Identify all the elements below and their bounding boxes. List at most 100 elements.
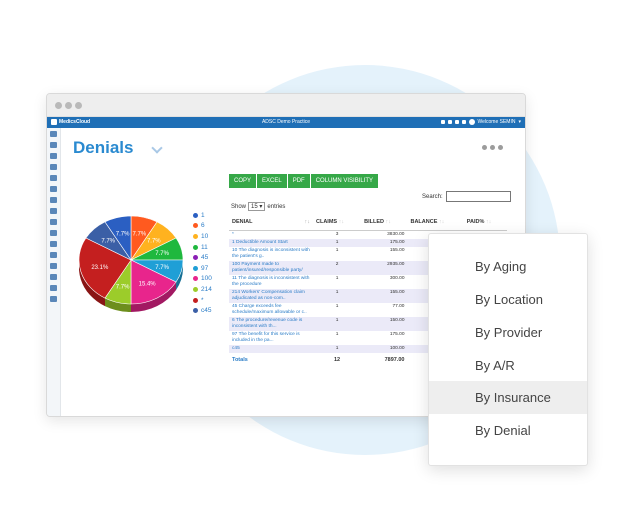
legend-item[interactable]: c45 — [193, 305, 212, 316]
copy-button[interactable]: COPY — [229, 174, 257, 188]
claims-cell: 2 — [313, 260, 362, 275]
column-visibility-button[interactable]: COLUMN VISIBILITY — [310, 174, 379, 188]
user-label[interactable]: Welcome SEMIN — [478, 119, 516, 125]
billed-cell: 100.00 — [361, 344, 408, 353]
claims-cell: 1 — [335, 303, 339, 309]
menu-item-by-denial[interactable]: By Denial — [429, 414, 587, 447]
claims-cell: 1 — [313, 344, 362, 353]
chevron-down-icon[interactable]: ▾ — [518, 119, 521, 125]
claims-cell: 1 — [313, 288, 362, 303]
building-icon[interactable] — [50, 186, 57, 192]
mail-icon[interactable] — [440, 120, 445, 124]
legend-item[interactable]: 45 — [193, 252, 212, 263]
hospital-icon[interactable] — [50, 197, 57, 203]
table-search: Search: — [422, 191, 511, 202]
excel-button[interactable]: EXCEL — [257, 174, 287, 188]
legend-item[interactable]: * — [193, 295, 212, 306]
billed-cell: 2935.00 — [361, 260, 408, 275]
lab-icon[interactable] — [50, 208, 57, 214]
syringe-icon[interactable] — [50, 219, 57, 225]
legend-item[interactable]: 1 — [193, 210, 212, 221]
pie-svg: 7.7%7.7%7.7%7.7%15.4%7.7%23.1%7.7%7.7% — [78, 215, 184, 312]
sort-icon: ↑↓ — [338, 219, 345, 225]
legend-item[interactable]: 10 — [193, 231, 212, 242]
more-options-icon[interactable] — [482, 145, 503, 150]
bell-icon[interactable] — [454, 120, 459, 124]
legend-dot-icon — [193, 265, 198, 271]
totals-billed: 7897.00 — [384, 356, 405, 363]
menu-item-by-provider[interactable]: By Provider — [429, 316, 587, 349]
home-icon[interactable] — [50, 131, 57, 137]
billed-cell: 175.00 — [361, 238, 408, 247]
billed-cell: 150.00 — [361, 316, 408, 331]
sort-icon: ↑↓ — [485, 219, 492, 225]
legend-label: * — [201, 296, 204, 304]
report-type-menu: By Aging By Location By Provider By A/R … — [428, 233, 588, 466]
legend-dot-icon — [193, 212, 198, 218]
flask-icon[interactable] — [50, 252, 57, 258]
column-header-claims[interactable]: CLAIMS ↑↓ — [313, 214, 362, 231]
legend-label: 97 — [201, 264, 209, 272]
pie-data-label: 7.7% — [116, 232, 130, 238]
search-label: Search: — [422, 193, 443, 200]
chevron-down-icon[interactable] — [151, 142, 163, 154]
accessibility-icon[interactable] — [50, 142, 57, 148]
legend-dot-icon — [193, 244, 198, 250]
cloud-icon[interactable] — [447, 120, 452, 124]
menu-item-by-ar[interactable]: By A/R — [429, 349, 587, 382]
claims-cell: 1 — [313, 316, 362, 331]
legend-item[interactable]: 100 — [193, 274, 212, 285]
window-dot-icon — [55, 102, 62, 109]
window-titlebar — [47, 94, 525, 117]
menu-item-by-insurance[interactable]: By Insurance — [429, 381, 587, 414]
chart-legend: 1 6 10 11 45 97 100 214 * c45 — [193, 210, 212, 316]
clipboard-icon[interactable] — [50, 274, 57, 280]
menu-item-by-aging[interactable]: By Aging — [429, 250, 587, 283]
column-header-balance[interactable]: BALANCE ↑↓ — [407, 214, 464, 231]
legend-dot-icon — [193, 223, 198, 229]
legend-item[interactable]: 97 — [193, 263, 212, 274]
pie-data-label: 7.7% — [155, 251, 169, 257]
settings-icon[interactable] — [461, 120, 466, 124]
pills-icon[interactable] — [50, 230, 57, 236]
list-icon[interactable] — [50, 153, 57, 159]
column-header-paid[interactable]: PAID% ↑↓ — [463, 214, 507, 231]
billed-cell: 175.00 — [389, 331, 405, 337]
denial-cell: 10 The diagnosis is inconsistent with th… — [232, 247, 310, 259]
legend-item[interactable]: 6 — [193, 221, 212, 232]
claims-cell: 1 — [335, 331, 339, 337]
legend-dot-icon — [193, 276, 198, 282]
denial-cell: 6 The procedure/revenue code is inconsis… — [229, 316, 313, 331]
legend-label: 11 — [201, 243, 208, 251]
pie-data-label: 15.4% — [139, 282, 157, 288]
column-header-billed[interactable]: BILLED ↑↓ — [361, 214, 408, 231]
legend-item[interactable]: 214 — [193, 284, 212, 295]
legend-item[interactable]: 11 — [193, 242, 212, 253]
user-icon[interactable] — [50, 285, 57, 291]
billed-cell: 155.00 — [361, 288, 408, 303]
legend-dot-icon — [193, 233, 198, 239]
column-header-denial[interactable]: DENIAL ↑↓ — [229, 214, 313, 231]
sort-icon: ↑↓ — [304, 219, 311, 225]
document-icon[interactable] — [50, 296, 57, 302]
pie-data-label: 23.1% — [91, 265, 109, 271]
menu-item-by-location[interactable]: By Location — [429, 283, 587, 316]
denial-cell: 97 The benefit for this service is inclu… — [232, 331, 300, 343]
totals-label: Totals — [232, 356, 248, 363]
drop-icon[interactable] — [50, 241, 57, 247]
denial-cell: 100 Payment made to patient/insured/resp… — [229, 260, 313, 275]
search-input[interactable] — [445, 191, 511, 202]
legend-dot-icon — [193, 255, 198, 261]
sort-icon: ↑↓ — [385, 219, 392, 225]
users-icon[interactable] — [50, 175, 57, 181]
edit-icon[interactable] — [50, 263, 57, 269]
entries-label: entries — [267, 203, 286, 210]
entries-control: Show 15 ▾ entries — [231, 202, 285, 211]
user-avatar[interactable] — [468, 119, 475, 125]
billed-cell: 300.00 — [389, 275, 405, 281]
entries-select[interactable]: 15 ▾ — [248, 202, 266, 211]
denial-cell: 45 Charge exceeds fee schedule/maximum a… — [232, 303, 307, 315]
pdf-button[interactable]: PDF — [287, 174, 310, 188]
show-label: Show — [231, 203, 247, 210]
ambulance-icon[interactable] — [50, 164, 57, 170]
